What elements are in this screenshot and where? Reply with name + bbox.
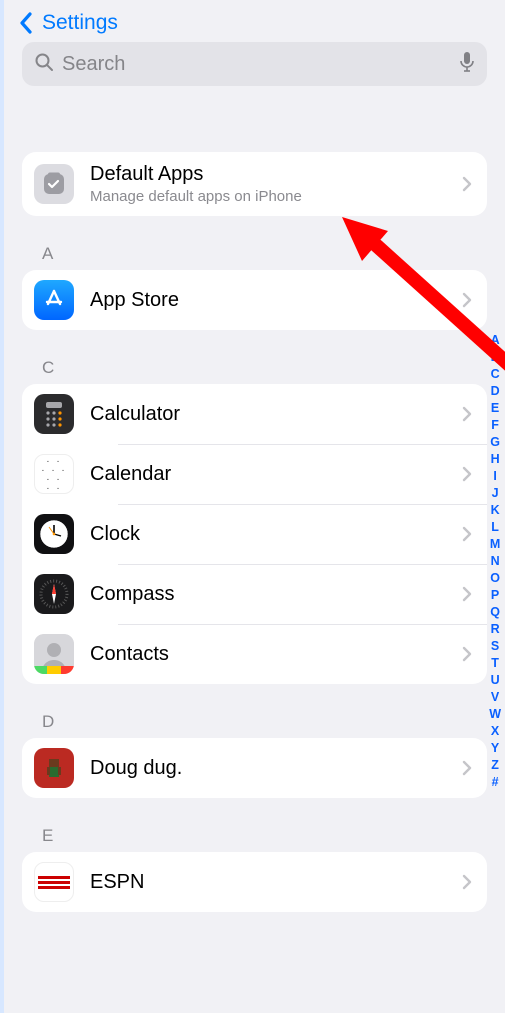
group-default-apps: Default Apps Manage default apps on iPho…: [22, 152, 487, 216]
section-header-e: E: [4, 826, 505, 852]
row-title: ESPN: [90, 870, 461, 894]
row-title: Default Apps: [90, 162, 461, 186]
alpha-index-letter[interactable]: H: [491, 451, 500, 468]
group-e: ESPN: [22, 852, 487, 912]
calendar-icon: · · · · ·· · · · ·· · ·: [34, 454, 74, 494]
row-title: Contacts: [90, 642, 461, 666]
section-header-c: C: [4, 358, 505, 384]
back-label[interactable]: Settings: [42, 11, 118, 35]
row-title: App Store: [90, 288, 461, 312]
row-compass[interactable]: Compass: [22, 564, 487, 624]
microphone-icon[interactable]: [459, 51, 475, 78]
alphabet-index[interactable]: ABCDEFGHIJKLMNOPQRSTUVWXYZ#: [489, 332, 501, 791]
alpha-index-letter[interactable]: X: [491, 723, 499, 740]
alpha-index-letter[interactable]: I: [493, 468, 496, 485]
alpha-index-letter[interactable]: B: [491, 349, 500, 366]
nav-bar: Settings: [4, 0, 505, 42]
group-d: Doug dug.: [22, 738, 487, 798]
alpha-index-letter[interactable]: Q: [490, 604, 500, 621]
app-store-icon: [34, 280, 74, 320]
alpha-index-letter[interactable]: S: [491, 638, 499, 655]
alpha-index-letter[interactable]: V: [491, 689, 499, 706]
alpha-index-letter[interactable]: W: [489, 706, 501, 723]
row-clock[interactable]: Clock: [22, 504, 487, 564]
row-title: Compass: [90, 582, 461, 606]
alpha-index-letter[interactable]: Y: [491, 740, 499, 757]
alpha-index-letter[interactable]: D: [491, 383, 500, 400]
alpha-index-letter[interactable]: T: [491, 655, 499, 672]
alpha-index-letter[interactable]: J: [492, 485, 499, 502]
row-title: Clock: [90, 522, 461, 546]
alpha-index-letter[interactable]: N: [491, 553, 500, 570]
chevron-right-icon: [461, 646, 473, 662]
group-c: Calculator · · · · ·· · · · ·· · · Calen…: [22, 384, 487, 684]
compass-icon: [34, 574, 74, 614]
alpha-index-letter[interactable]: L: [491, 519, 499, 536]
clock-icon: [34, 514, 74, 554]
row-default-apps[interactable]: Default Apps Manage default apps on iPho…: [22, 152, 487, 216]
row-calendar[interactable]: · · · · ·· · · · ·· · · Calendar: [22, 444, 487, 504]
row-calculator[interactable]: Calculator: [22, 384, 487, 444]
section-header-a: A: [4, 244, 505, 270]
calculator-icon: [34, 394, 74, 434]
alpha-index-letter[interactable]: Z: [491, 757, 499, 774]
alpha-index-letter[interactable]: P: [491, 587, 499, 604]
row-subtitle: Manage default apps on iPhone: [90, 188, 461, 206]
contacts-icon: [34, 634, 74, 674]
alpha-index-letter[interactable]: U: [491, 672, 500, 689]
alpha-index-letter[interactable]: C: [491, 366, 500, 383]
alpha-index-letter[interactable]: K: [491, 502, 500, 519]
chevron-right-icon: [461, 874, 473, 890]
row-title: Doug dug.: [90, 756, 461, 780]
chevron-right-icon: [461, 586, 473, 602]
chevron-right-icon: [461, 292, 473, 308]
search-input[interactable]: Search: [22, 42, 487, 86]
search-icon: [34, 52, 54, 77]
search-placeholder: Search: [62, 53, 451, 76]
chevron-right-icon: [461, 526, 473, 542]
chevron-right-icon: [461, 466, 473, 482]
group-a: App Store: [22, 270, 487, 330]
chevron-right-icon: [461, 176, 473, 192]
chevron-right-icon: [461, 760, 473, 776]
alpha-index-letter[interactable]: F: [491, 417, 499, 434]
doug-dug-icon: [34, 748, 74, 788]
row-app-store[interactable]: App Store: [22, 270, 487, 330]
row-espn[interactable]: ESPN: [22, 852, 487, 912]
row-contacts[interactable]: Contacts: [22, 624, 487, 684]
chevron-right-icon: [461, 406, 473, 422]
alpha-index-letter[interactable]: O: [490, 570, 500, 587]
section-header-d: D: [4, 712, 505, 738]
row-title: Calendar: [90, 462, 461, 486]
default-apps-icon: [34, 164, 74, 204]
row-title: Calculator: [90, 402, 461, 426]
row-doug-dug[interactable]: Doug dug.: [22, 738, 487, 798]
back-chevron-icon[interactable]: [16, 10, 36, 36]
alpha-index-letter[interactable]: #: [492, 774, 499, 791]
espn-icon: [34, 862, 74, 902]
alpha-index-letter[interactable]: R: [491, 621, 500, 638]
alpha-index-letter[interactable]: G: [490, 434, 500, 451]
alpha-index-letter[interactable]: A: [491, 332, 500, 349]
alpha-index-letter[interactable]: M: [490, 536, 500, 553]
alpha-index-letter[interactable]: E: [491, 400, 499, 417]
